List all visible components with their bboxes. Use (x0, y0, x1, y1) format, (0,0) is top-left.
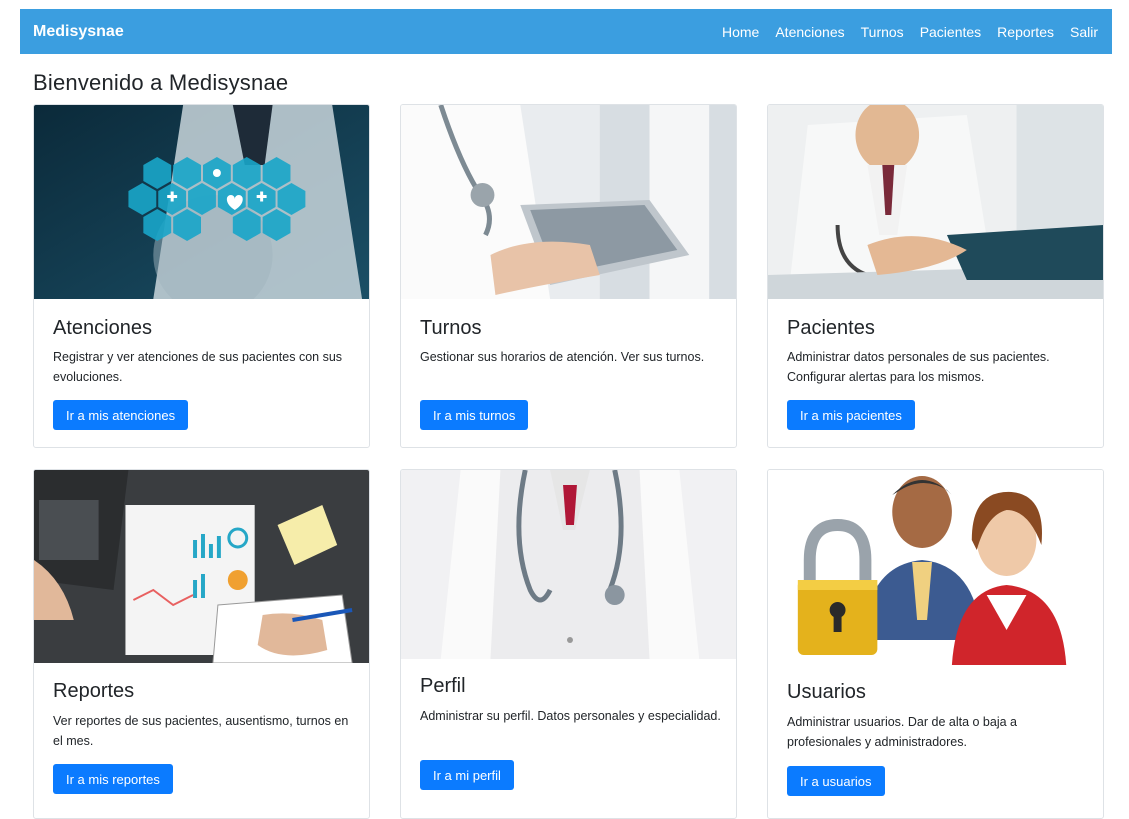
card-text: Registrar y ver atenciones de sus pacien… (53, 350, 343, 384)
card-turnos: Turnos Gestionar sus horarios de atenció… (400, 104, 737, 448)
card-text: Administrar datos personales de sus paci… (787, 350, 1050, 384)
go-atenciones-button[interactable]: Ir a mis atenciones (53, 400, 189, 430)
navbar: Medisysnae Home Atenciones Turnos Pacien… (20, 9, 1112, 54)
nav-links: Home Atenciones Turnos Pacientes Reporte… (706, 24, 1098, 40)
doctor-holding-hands-image (768, 105, 1103, 299)
card-pacientes: Pacientes Administrar datos personales d… (767, 104, 1104, 448)
doctor-tablet-image (401, 105, 736, 299)
card-title: Turnos (420, 317, 482, 339)
nav-link-salir[interactable]: Salir (1070, 24, 1098, 40)
users-lock-icon (768, 470, 1103, 671)
page-title: Bienvenido a Medisysnae (33, 70, 289, 95)
nav-link-turnos[interactable]: Turnos (861, 24, 904, 40)
go-usuarios-button[interactable]: Ir a usuarios (787, 766, 885, 796)
go-perfil-button[interactable]: Ir a mi perfil (420, 760, 514, 790)
go-reportes-button[interactable]: Ir a mis reportes (53, 764, 173, 794)
go-pacientes-button[interactable]: Ir a mis pacientes (787, 400, 915, 430)
report-charts-desk-image (34, 470, 369, 663)
nav-link-home[interactable]: Home (722, 24, 759, 40)
card-reportes: Reportes Ver reportes de sus pacientes, … (33, 469, 370, 819)
card-text: Administrar su perfil. Datos personales … (420, 709, 721, 723)
doctor-stethoscope-image (401, 470, 736, 659)
card-title: Pacientes (787, 317, 875, 339)
card-text: Ver reportes de sus pacientes, ausentism… (53, 714, 349, 748)
doctor-medical-icons-image (34, 105, 369, 299)
nav-link-atenciones[interactable]: Atenciones (775, 24, 844, 40)
card-title: Usuarios (787, 681, 866, 703)
card-title: Reportes (53, 680, 135, 702)
card-atenciones: Atenciones Registrar y ver atenciones de… (33, 104, 370, 448)
card-text: Administrar usuarios. Dar de alta o baja… (787, 715, 1017, 749)
card-title: Atenciones (53, 317, 152, 339)
card-text: Gestionar sus horarios de atención. Ver … (420, 350, 705, 364)
card-perfil: Perfil Administrar su perfil. Datos pers… (400, 469, 737, 819)
navbar-brand[interactable]: Medisysnae (33, 23, 124, 41)
card-usuarios: Usuarios Administrar usuarios. Dar de al… (767, 469, 1104, 819)
nav-link-reportes[interactable]: Reportes (997, 24, 1054, 40)
card-title: Perfil (420, 675, 466, 697)
nav-link-pacientes[interactable]: Pacientes (920, 24, 981, 40)
go-turnos-button[interactable]: Ir a mis turnos (420, 400, 529, 430)
